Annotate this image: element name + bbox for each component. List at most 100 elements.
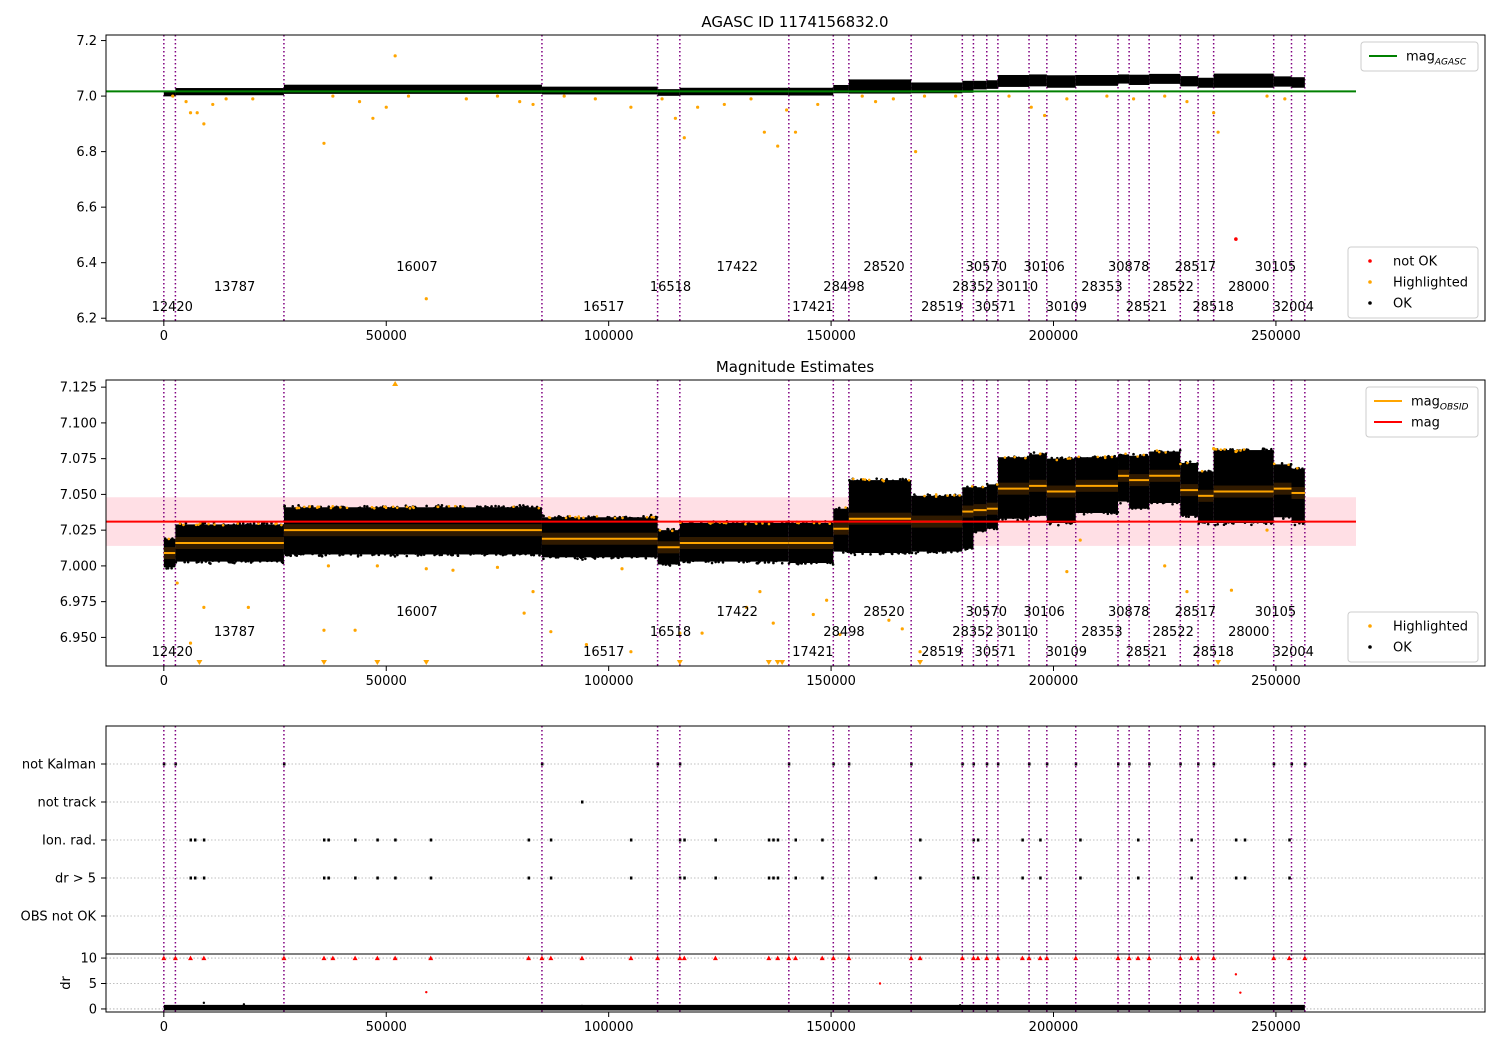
- not-ok-point: [1234, 237, 1238, 241]
- ok-point: [418, 552, 422, 556]
- highlighted-point: [1179, 462, 1182, 466]
- highlighted-point: [954, 94, 958, 98]
- ok-point: [226, 559, 229, 562]
- ok-points-band: [1149, 73, 1181, 84]
- offscale-low-marker: [374, 660, 381, 665]
- obsid-label: 28522: [1152, 625, 1193, 640]
- obsid-label: 30571: [975, 300, 1016, 315]
- ok-point: [446, 553, 450, 556]
- ok-point: [231, 561, 234, 564]
- ok-point: [627, 553, 630, 557]
- ok-point: [691, 559, 695, 563]
- y-tick-label: 7.075: [60, 452, 97, 467]
- highlighted-point: [1038, 452, 1042, 456]
- ok-point: [621, 555, 624, 559]
- flag-point: [976, 876, 980, 880]
- obsid-label: 30878: [1108, 260, 1149, 275]
- ok-point: [596, 555, 600, 558]
- magnitude-panel-title: Magnitude Estimates: [716, 358, 874, 376]
- ok-point: [1119, 501, 1122, 505]
- ok-point: [1282, 517, 1285, 520]
- ok-points-band: [1213, 73, 1274, 88]
- ok-point: [1209, 470, 1212, 473]
- ok-point: [763, 561, 767, 564]
- highlighted-point: [1239, 449, 1242, 452]
- flag-point: [683, 876, 686, 880]
- flag-point: [376, 876, 379, 880]
- ok-point: [618, 515, 622, 519]
- offscale-low-marker: [779, 660, 786, 665]
- highlighted-point: [852, 477, 855, 481]
- ok-point: [897, 552, 901, 555]
- flag-point: [767, 876, 771, 880]
- ok-point: [403, 552, 406, 555]
- highlighted-point: [574, 515, 577, 519]
- dr-clipped-marker: [352, 955, 358, 961]
- category-label: OBS not OK: [21, 910, 97, 925]
- offscale-high-marker: [392, 381, 399, 386]
- ok-point: [363, 504, 366, 508]
- dr-clipped-marker: [1195, 955, 1201, 961]
- ok-point: [1110, 510, 1114, 513]
- ok-point: [950, 550, 953, 554]
- highlighted-point: [178, 522, 182, 525]
- ok-point: [497, 505, 501, 508]
- highlighted-point: [326, 564, 331, 568]
- highlighted-point: [995, 483, 999, 486]
- ok-point: [504, 552, 508, 556]
- ok-point: [928, 494, 932, 497]
- ok-point: [1181, 514, 1185, 517]
- highlighted-point: [1157, 450, 1161, 454]
- ok-point: [1265, 448, 1268, 452]
- ok-point: [584, 557, 587, 561]
- highlighted-point: [891, 97, 895, 101]
- highlighted-point: [577, 516, 581, 520]
- highlighted-point: [658, 529, 662, 532]
- ok-point: [356, 554, 360, 557]
- highlighted-point: [1216, 130, 1220, 134]
- obsid-label: 30110: [997, 280, 1038, 295]
- ok-point: [1214, 523, 1217, 527]
- ok-point: [938, 495, 941, 498]
- highlighted-point: [595, 515, 599, 518]
- highlighted-point: [451, 568, 455, 572]
- flag-point: [1021, 876, 1024, 880]
- ok-point: [1224, 522, 1228, 525]
- dr-clipped-marker: [321, 955, 327, 961]
- ok-point: [283, 504, 286, 508]
- flag-point: [429, 838, 433, 842]
- highlighted-point: [860, 94, 864, 98]
- ok-point: [904, 478, 908, 481]
- highlighted-point: [1103, 456, 1107, 460]
- ok-point: [992, 527, 996, 531]
- y-tick-label: 7.125: [60, 381, 97, 396]
- ok-point: [1091, 456, 1095, 459]
- legend-dot-swatch: [1368, 301, 1372, 305]
- ok-point: [297, 552, 301, 556]
- ok-point: [1085, 457, 1089, 460]
- ok-point: [476, 505, 479, 509]
- dr-clipped-marker: [201, 955, 207, 961]
- ok-point: [506, 506, 510, 510]
- ok-points-band: [1029, 74, 1047, 87]
- highlighted-point: [1043, 113, 1047, 118]
- dr-not-ok-point: [1239, 991, 1242, 994]
- highlighted-point: [194, 523, 198, 527]
- obsid-label: 16517: [583, 645, 624, 660]
- ok-point: [664, 563, 668, 566]
- flag-point: [776, 838, 780, 842]
- ok-point: [1020, 517, 1023, 520]
- ok-points-band: [997, 74, 1030, 87]
- x-tick-label: 250000: [1251, 329, 1301, 344]
- y-tick-label: 6.950: [60, 631, 97, 646]
- ok-point: [1197, 522, 1201, 525]
- ok-points-band: [986, 80, 998, 89]
- obsid-label: 16007: [396, 605, 437, 620]
- ok-point: [956, 550, 959, 553]
- ok-point: [353, 551, 357, 555]
- offscale-low-marker: [676, 660, 683, 665]
- ok-point: [349, 553, 353, 556]
- ok-point: [249, 522, 252, 526]
- highlighted-point: [393, 54, 397, 58]
- ok-point: [488, 506, 492, 510]
